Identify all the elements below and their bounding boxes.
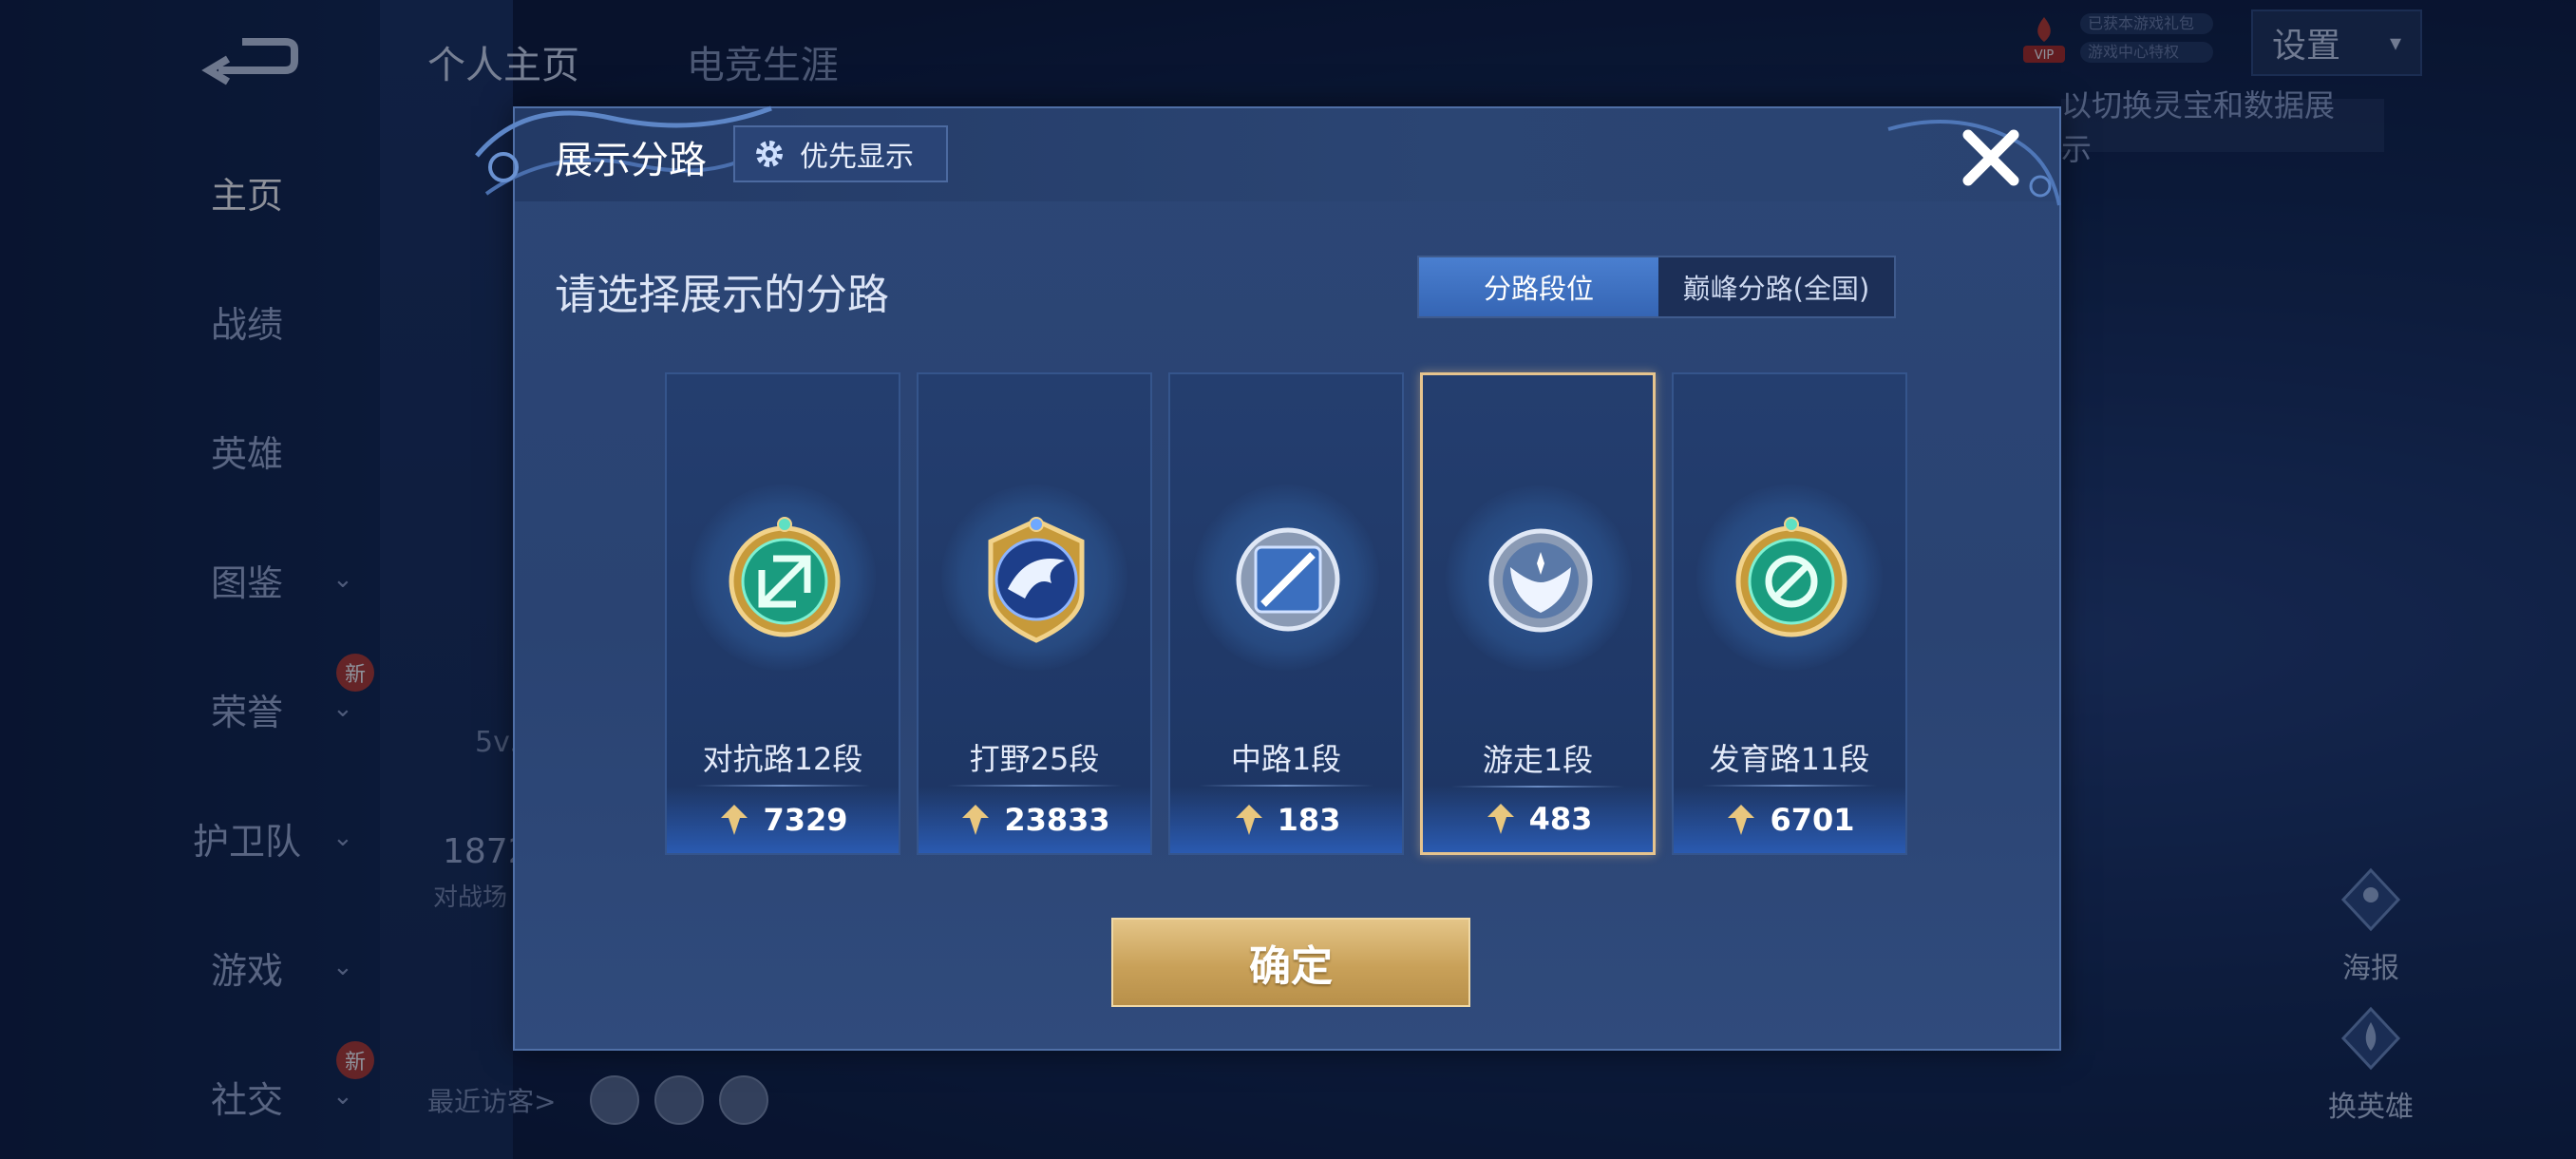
- gear-icon: [756, 141, 783, 167]
- combat-power-icon: [1235, 805, 1262, 835]
- combat-power-icon: [962, 805, 990, 835]
- score-bar: 23833: [919, 787, 1150, 853]
- lane-label: 打野25段: [969, 741, 1100, 777]
- lane-card-roam[interactable]: 游走1段 483: [1420, 372, 1656, 855]
- score-bar: 483: [1423, 786, 1653, 852]
- priority-display-label: 优先显示: [800, 141, 914, 174]
- priority-display-button[interactable]: 优先显示: [733, 125, 948, 182]
- toggle-peak-lane-national[interactable]: 巅峰分路(全国): [1658, 257, 1894, 316]
- toggle-lane-rank[interactable]: 分路段位: [1419, 257, 1658, 316]
- close-icon[interactable]: [1959, 125, 2023, 190]
- confirm-button[interactable]: 确定: [1111, 918, 1470, 1007]
- dialog-title: 展示分路: [555, 139, 707, 182]
- clash-lane-badge-icon: [729, 517, 841, 637]
- lane-score: 483: [1528, 801, 1593, 837]
- lane-card-jungle[interactable]: 打野25段 23833: [917, 372, 1152, 855]
- lane-label: 游走1段: [1482, 742, 1594, 778]
- jungle-badge-icon: [988, 517, 1085, 643]
- combat-power-icon: [721, 805, 748, 835]
- lane-score: 6701: [1770, 802, 1855, 838]
- lane-label: 对抗路12段: [702, 741, 863, 777]
- lane-card-mid[interactable]: 中路1段 183: [1168, 372, 1404, 855]
- lane-display-dialog: 展示分路 优先显示 请选择展示的分路 分路段位 巅峰分路(全国) 对抗路12段: [475, 105, 2061, 1051]
- farm-lane-badge-icon: [1735, 517, 1847, 637]
- roam-badge-icon: [1488, 528, 1593, 633]
- display-mode-toggle: 分路段位 巅峰分路(全国): [1417, 256, 1896, 318]
- lane-score: 23833: [1004, 802, 1110, 838]
- select-lane-prompt: 请选择展示的分路: [555, 271, 889, 319]
- lane-score: 7329: [763, 802, 848, 838]
- score-bar: 183: [1170, 787, 1402, 853]
- lane-label: 发育路11段: [1709, 741, 1870, 777]
- score-bar: 6701: [1674, 787, 1905, 853]
- combat-power-icon: [1728, 805, 1755, 835]
- lane-card-farm[interactable]: 发育路11段 6701: [1672, 372, 1907, 855]
- mid-lane-badge-icon: [1236, 527, 1340, 632]
- lane-label: 中路1段: [1230, 741, 1342, 777]
- lane-card-clash[interactable]: 对抗路12段 7329: [665, 372, 900, 855]
- lane-score: 183: [1277, 802, 1341, 838]
- score-bar: 7329: [667, 787, 899, 853]
- combat-power-icon: [1487, 804, 1514, 834]
